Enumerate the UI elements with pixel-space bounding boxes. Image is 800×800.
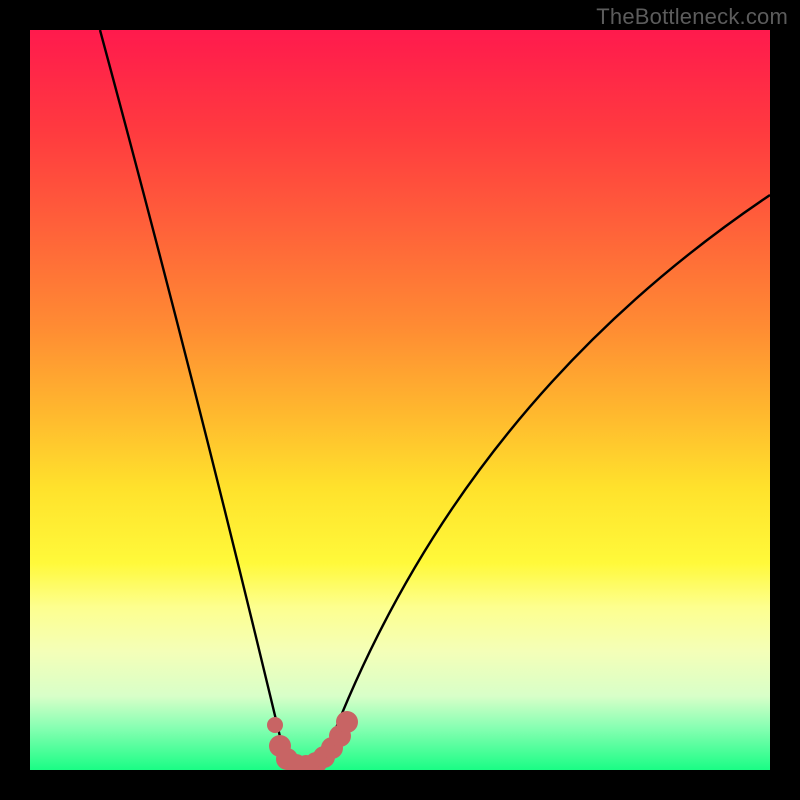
valley-dot: [267, 717, 283, 733]
plot-area: [30, 30, 770, 770]
curve-layer: [30, 30, 770, 770]
valley-dot: [336, 711, 358, 733]
right-curve: [320, 195, 770, 770]
chart-frame: TheBottleneck.com: [0, 0, 800, 800]
valley-marker-group: [267, 711, 358, 770]
attribution-text: TheBottleneck.com: [596, 4, 788, 30]
left-curve: [100, 30, 288, 770]
